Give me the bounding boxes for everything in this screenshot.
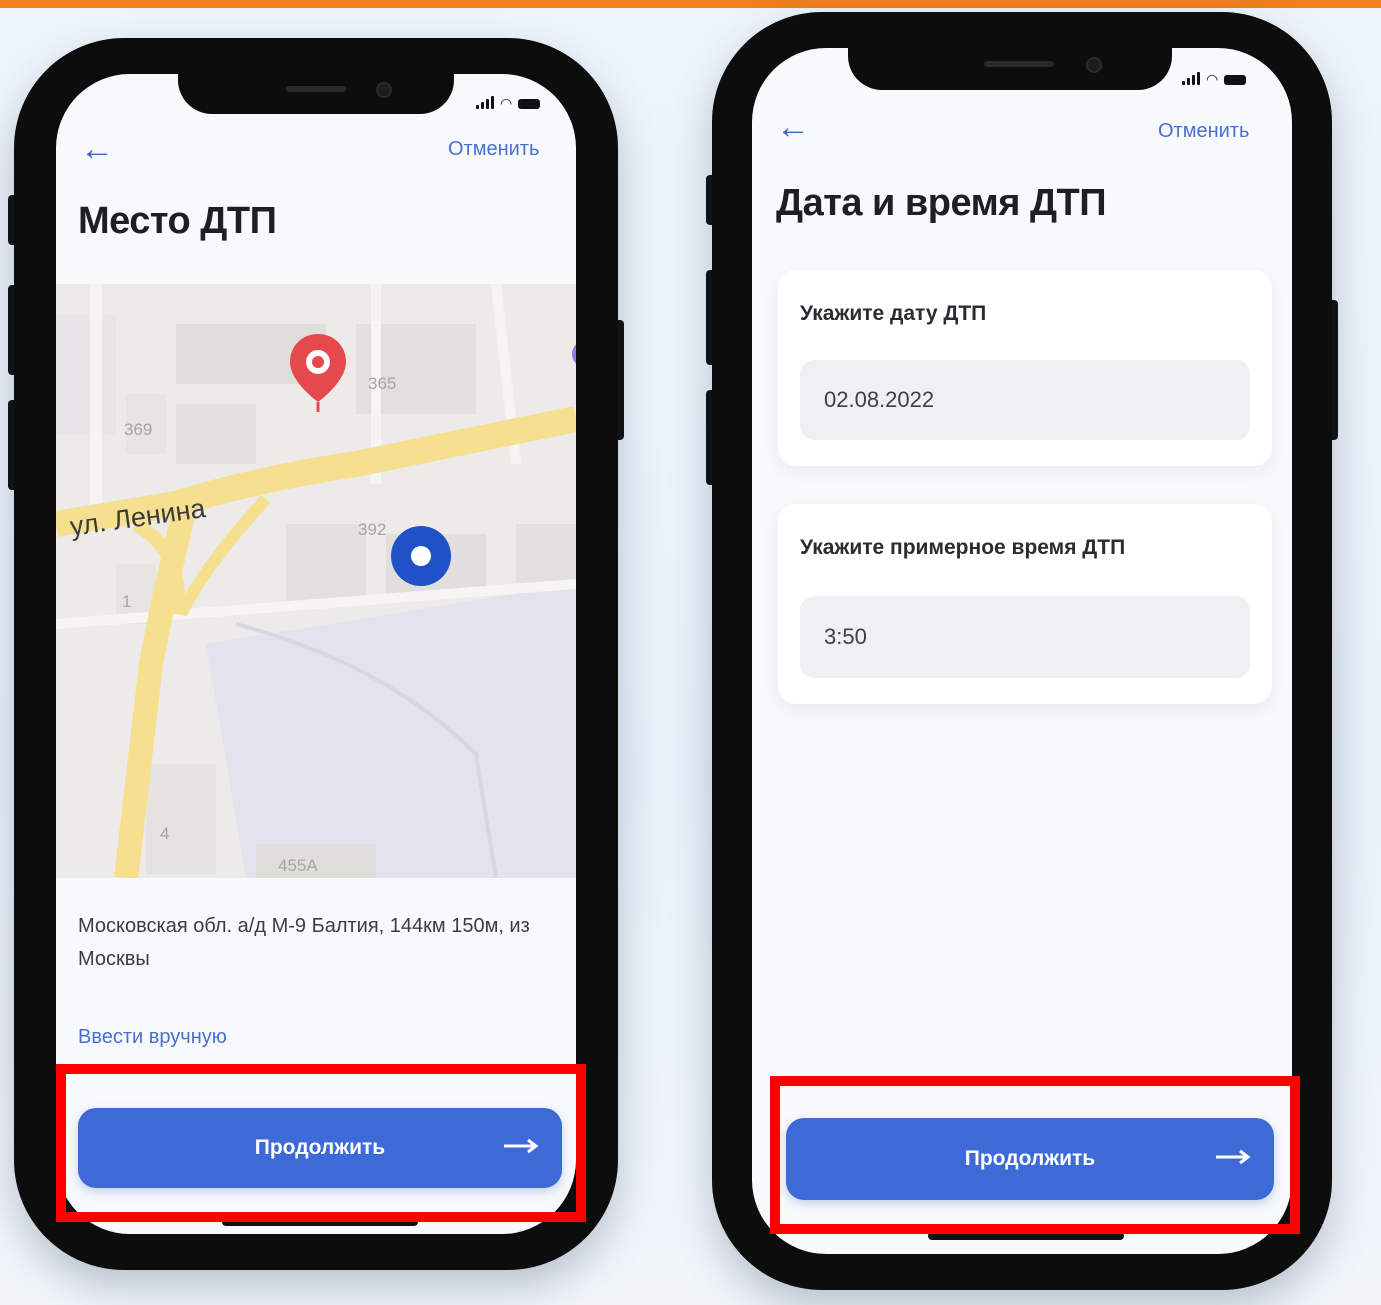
map-canvas [56, 284, 576, 878]
phone-camera [376, 82, 392, 98]
arrow-left-icon[interactable]: ← [80, 132, 114, 166]
phone-speaker [286, 86, 346, 92]
date-input[interactable]: 02.08.2022 [800, 360, 1250, 440]
building-number: 369 [124, 420, 153, 439]
cancel-link[interactable]: Отменить [448, 138, 539, 161]
page-title: Место ДТП [78, 200, 277, 242]
phone-speaker [984, 61, 1054, 67]
top-stripe [0, 0, 1381, 8]
battery-icon [518, 99, 541, 109]
phone-camera [1086, 57, 1102, 73]
battery-icon [1224, 75, 1247, 85]
status-bar: ◠ [1182, 71, 1247, 87]
wifi-icon: ◠ [500, 95, 513, 111]
arrow-left-icon[interactable]: ← [776, 110, 810, 144]
time-input[interactable]: 3:50 [800, 596, 1250, 678]
phone-notch [848, 48, 1172, 90]
cancel-link[interactable]: Отменить [1158, 120, 1249, 143]
building-number: 1 [122, 592, 132, 611]
building-number: 365 [368, 374, 397, 393]
date-card: Укажите дату ДТП 02.08.2022 [778, 270, 1272, 466]
highlight-box-right [770, 1076, 1300, 1234]
page-title: Дата и время ДТП [776, 182, 1107, 224]
right-phone-screen: ◠ ← Отменить Дата и время ДТП Укажите да… [752, 48, 1292, 1254]
signal-icon [1182, 72, 1200, 85]
signal-icon [476, 96, 494, 109]
wifi-icon: ◠ [1206, 71, 1219, 87]
highlight-box-left [56, 1064, 586, 1222]
time-label: Укажите примерное время ДТП [800, 536, 1126, 559]
building-number: 392 [358, 520, 387, 539]
map-view[interactable]: ул. Ленина 365 369 392 1 4 455A [56, 284, 576, 878]
left-phone-screen: ◠ ← Отменить Место ДТП ул. Ленина 365 36… [56, 74, 576, 1234]
time-card: Укажите примерное время ДТП 3:50 [778, 504, 1272, 704]
address-text: Московская обл. а/д М-9 Балтия, 144км 15… [78, 915, 530, 970]
manual-entry-link[interactable]: Ввести вручную [78, 1026, 227, 1049]
building-number: 455A [278, 856, 318, 875]
date-label: Укажите дату ДТП [800, 302, 987, 325]
building-number: 4 [160, 824, 170, 843]
phone-notch [178, 74, 454, 114]
current-location-icon [391, 526, 451, 586]
status-bar: ◠ [476, 95, 541, 111]
